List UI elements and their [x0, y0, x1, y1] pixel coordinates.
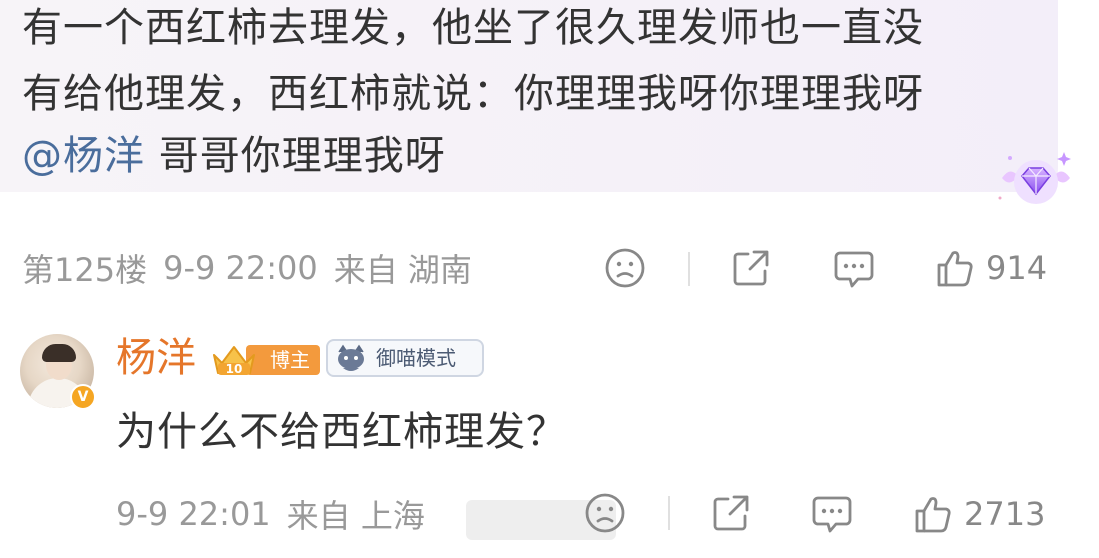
reply-text: 为什么不给西红柿理发？	[116, 409, 567, 455]
like-group[interactable]: 914	[934, 244, 1047, 292]
reply-like-count: 2713	[964, 495, 1046, 533]
comment-time: 9-9 22:00	[163, 249, 318, 287]
comment-icon[interactable]	[832, 247, 876, 291]
crown-icon: 10	[213, 346, 255, 376]
cat-mode-icon	[338, 344, 364, 371]
comment-text-line-3-rest: 哥哥你理理我呀	[145, 133, 446, 179]
comment-location: 来自 湖南	[333, 251, 472, 289]
reply-author-name[interactable]: 杨洋	[116, 334, 196, 382]
sad-face-icon[interactable]	[584, 492, 626, 534]
mode-badge[interactable]: 御喵模式	[326, 339, 484, 377]
comment-icon[interactable]	[810, 492, 854, 536]
comment-text-line-1: 有一个西红柿去理发，他坐了很久理发师也一直没	[22, 5, 924, 51]
share-icon[interactable]	[710, 492, 752, 534]
blogger-level: 10	[226, 362, 243, 376]
reply-time: 9-9 22:01	[116, 495, 271, 533]
comment-text-line-2: 有给他理发，西红柿就说：你理理我呀你理理我呀	[22, 71, 924, 117]
comment-bubble: 有一个西红柿去理发，他坐了很久理发师也一直没 有给他理发，西红柿就说：你理理我呀…	[0, 0, 1058, 192]
thumbs-up-icon[interactable]	[934, 247, 976, 289]
share-icon[interactable]	[730, 247, 772, 289]
action-divider	[668, 496, 670, 530]
reply-location: 来自 上海	[286, 497, 425, 535]
floor-number: 第125楼	[22, 251, 148, 289]
mention-link[interactable]: @杨洋	[22, 133, 145, 179]
comment-meta-row: 第125楼 9-9 22:00 来自 湖南	[22, 244, 1082, 292]
blogger-badge: 博主 10	[210, 341, 320, 377]
like-count: 914	[986, 249, 1048, 287]
sad-face-icon[interactable]	[604, 247, 646, 289]
reply-meta-row: 9-9 22:01 来自 上海	[116, 490, 441, 538]
verified-badge: V	[70, 384, 96, 410]
gem-badge-icon	[998, 152, 1071, 204]
mode-label: 御喵模式	[376, 346, 456, 370]
action-divider	[688, 252, 690, 286]
reply-like-group[interactable]: 2713	[912, 490, 1045, 538]
thumbs-up-icon[interactable]	[912, 493, 954, 535]
comment-text-line-3: @杨洋 哥哥你理理我呀	[22, 132, 446, 180]
